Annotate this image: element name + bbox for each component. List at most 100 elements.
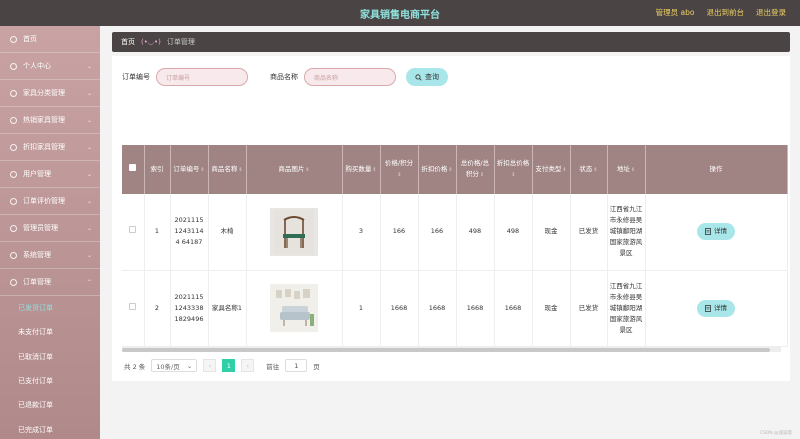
header-discount-price[interactable]: 折扣价格⇕ xyxy=(418,145,457,194)
breadcrumb-home[interactable]: 首页 xyxy=(121,37,135,47)
cell-total: 1668 xyxy=(456,270,495,347)
sidebar-subitem-completed[interactable]: 已完成订单 xyxy=(0,417,100,439)
sidebar-item-discount[interactable]: 折扣家具管理 ⌄ xyxy=(0,134,100,161)
chevron-down-icon: ⌄ xyxy=(86,251,92,259)
sidebar-item-reviews[interactable]: 订单评价管理 ⌄ xyxy=(0,188,100,215)
cell-action: 详情 xyxy=(645,270,788,347)
breadcrumb-current: 订单管理 xyxy=(166,38,195,46)
sidebar-subitem-refunded[interactable]: 已退款订单 xyxy=(0,393,100,417)
select-all-checkbox[interactable] xyxy=(129,164,137,171)
product-image-chair[interactable] xyxy=(270,207,318,256)
chevron-down-icon: ⌄ xyxy=(86,224,92,232)
header-image[interactable]: 商品图片⇕ xyxy=(246,145,343,194)
cell-product: 家具名称1 xyxy=(208,270,247,347)
select-all-cell[interactable] xyxy=(122,145,145,194)
header-discount-total[interactable]: 折扣总价格⇕ xyxy=(494,145,533,194)
header-price[interactable]: 价格/积分⇕ xyxy=(380,145,419,194)
cell-qty: 3 xyxy=(342,194,381,271)
goto-page-input[interactable]: 1 xyxy=(285,359,308,372)
detail-button[interactable]: 详情 xyxy=(697,299,735,317)
order-no-label: 订单编号 xyxy=(122,73,150,81)
query-button[interactable]: 查询 xyxy=(406,68,448,86)
sidebar-item-profile[interactable]: 个人中心 ⌄ xyxy=(0,53,100,80)
sidebar-item-hot[interactable]: 热销家具管理 ⌄ xyxy=(0,107,100,134)
cell-action: 详情 xyxy=(645,194,788,271)
cell-discount-total: 1668 xyxy=(494,270,533,347)
sort-icon: ⇕ xyxy=(479,172,485,178)
logout-link[interactable]: 退出登录 xyxy=(756,7,786,18)
cell-index: 2 xyxy=(144,270,171,347)
sort-icon: ⇕ xyxy=(448,166,453,173)
header-pay-type[interactable]: 支付类型⇕ xyxy=(532,145,571,194)
category-icon xyxy=(10,89,17,97)
sort-icon: ⇕ xyxy=(593,166,598,173)
chevron-down-icon: ⌄ xyxy=(86,116,92,124)
header-product[interactable]: 商品名称⇕ xyxy=(208,145,247,194)
scrollbar-thumb[interactable] xyxy=(122,347,770,352)
to-front-link[interactable]: 退出到前台 xyxy=(707,7,745,18)
header-qty[interactable]: 购买数量⇕ xyxy=(342,145,381,194)
order-icon xyxy=(10,278,17,286)
breadcrumb: 首页 (•◡•) 订单管理 xyxy=(112,32,790,52)
sidebar-item-admins[interactable]: 管理员管理 ⌄ xyxy=(0,215,100,242)
sidebar-subitem-shipped[interactable]: 已发货订单 xyxy=(0,296,100,320)
row-checkbox[interactable] xyxy=(129,302,137,310)
sidebar-subitem-cancelled[interactable]: 已取消订单 xyxy=(0,345,100,369)
settings-icon xyxy=(10,251,17,259)
admin-icon xyxy=(10,224,17,232)
product-image-sofa[interactable] xyxy=(270,284,318,332)
sidebar-item-category[interactable]: 家具分类管理 ⌄ xyxy=(0,80,100,107)
users-icon xyxy=(10,170,17,178)
chair-image xyxy=(274,209,314,254)
chevron-down-icon: ⌄ xyxy=(86,197,92,205)
sidebar-item-orders[interactable]: 订单管理 ⌃ xyxy=(0,269,100,296)
order-no-input[interactable]: 订单编号 xyxy=(156,68,248,86)
chevron-down-icon: ⌄ xyxy=(86,89,92,97)
header-address[interactable]: 地址⇕ xyxy=(607,145,646,194)
cell-price: 166 xyxy=(380,194,419,271)
cell-pay-type: 现金 xyxy=(532,270,571,347)
header-order-no[interactable]: 订单编号⇕ xyxy=(170,145,209,194)
next-page-button[interactable]: › xyxy=(241,359,255,372)
cell-total: 498 xyxy=(456,194,495,271)
pagination: 共 2 条 10条/页 ⌄ ‹ 1 › 前往 1 页 xyxy=(124,359,320,372)
home-icon xyxy=(10,35,17,43)
header-action: 操作 xyxy=(645,145,788,194)
header-total[interactable]: 总价格/总积分⇕ xyxy=(456,145,495,194)
cell-price: 1668 xyxy=(380,270,419,347)
page-number-current[interactable]: 1 xyxy=(222,359,236,372)
detail-button[interactable]: 详情 xyxy=(697,223,735,241)
search-form: 订单编号 订单编号 商品名称 商品名称 查询 xyxy=(122,68,448,86)
table-row: 1 202111512431144 64187 木椅 3 166 166 498… xyxy=(122,194,788,271)
chevron-left-icon: ‹ xyxy=(208,361,212,370)
chevron-right-icon: › xyxy=(246,361,250,370)
fire-icon xyxy=(10,116,17,124)
user-icon xyxy=(10,62,17,70)
sidebar-item-system[interactable]: 系统管理 ⌄ xyxy=(0,242,100,269)
prev-page-button[interactable]: ‹ xyxy=(203,359,217,372)
row-checkbox[interactable] xyxy=(129,226,137,234)
comment-icon xyxy=(10,197,17,205)
header-status[interactable]: 状态⇕ xyxy=(570,145,608,194)
horizontal-scrollbar[interactable] xyxy=(122,347,781,352)
sidebar-subitem-paid[interactable]: 已支付订单 xyxy=(0,369,100,393)
admin-user-label: 管理员 abo xyxy=(655,8,695,17)
search-icon xyxy=(415,73,422,81)
chevron-down-icon: ⌄ xyxy=(86,143,92,151)
sort-icon: ⇕ xyxy=(372,166,377,173)
chevron-down-icon: ⌄ xyxy=(86,62,92,70)
page-size-select[interactable]: 10条/页 ⌄ xyxy=(151,359,198,372)
cell-product: 木椅 xyxy=(208,194,247,271)
sidebar-subitem-unpaid[interactable]: 未支付订单 xyxy=(0,320,100,344)
product-name-input[interactable]: 商品名称 xyxy=(304,68,396,86)
cell-image xyxy=(246,194,343,271)
sidebar-item-users[interactable]: 用户管理 ⌄ xyxy=(0,161,100,188)
document-icon xyxy=(705,304,711,312)
sidebar-item-home[interactable]: 首页 xyxy=(0,26,100,53)
content-panel: 订单编号 订单编号 商品名称 商品名称 查询 索引 订单编号⇕ 商品名称⇕ 商品… xyxy=(112,56,790,381)
tag-icon xyxy=(10,143,17,151)
cell-order-no: 202111512431144 64187 xyxy=(170,194,209,271)
orders-table: 索引 订单编号⇕ 商品名称⇕ 商品图片⇕ 购买数量⇕ 价格/积分⇕ 折扣价格⇕ … xyxy=(122,145,788,347)
cell-index: 1 xyxy=(144,194,171,271)
sort-icon: ⇕ xyxy=(630,166,636,173)
